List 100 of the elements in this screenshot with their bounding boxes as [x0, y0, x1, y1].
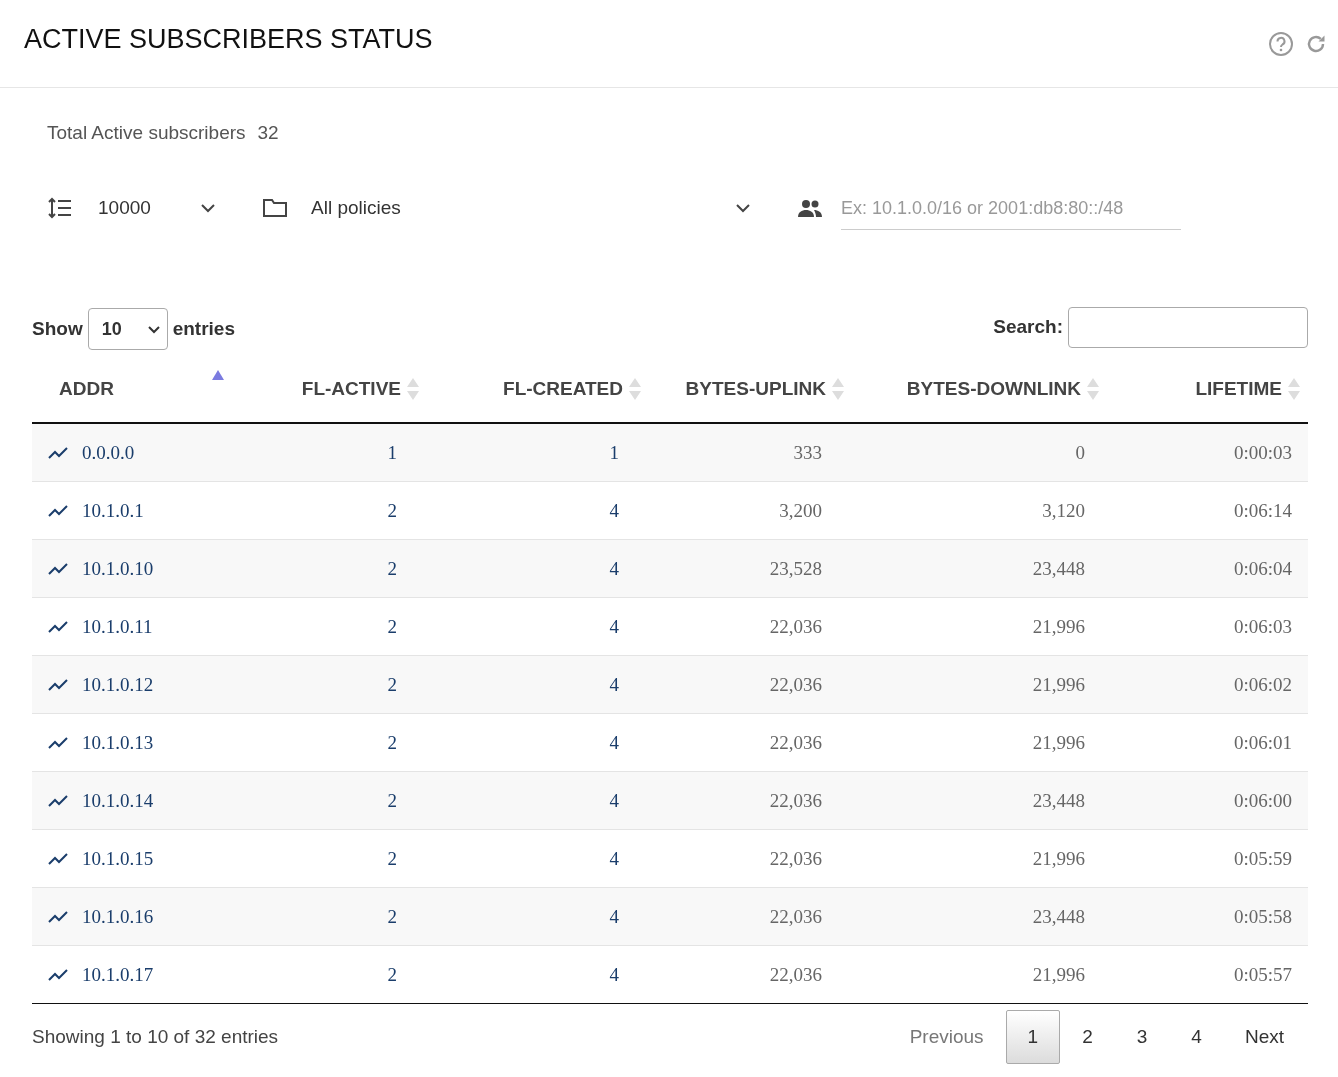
table-cell: 0: [1075, 441, 1085, 464]
table-cell: 22,036: [769, 731, 822, 754]
total-label: Total Active subscribers: [47, 122, 246, 144]
table-cell: 4: [609, 673, 619, 696]
table-cell: 22,036: [769, 963, 822, 986]
search-label: Search:: [993, 316, 1063, 338]
table-info: Showing 1 to 10 of 32 entries: [32, 1026, 279, 1048]
column-header[interactable]: FL-ACTIVE: [301, 378, 401, 400]
table-cell: 4: [609, 615, 619, 638]
table-cell: 10.1.0.15: [82, 847, 154, 870]
table-cell: 10.1.0.10: [82, 557, 154, 580]
table-cell: 4: [609, 905, 619, 928]
table-cell: 0:05:59: [1233, 847, 1292, 870]
page-button[interactable]: 4: [1169, 1010, 1224, 1064]
trend-chart-icon[interactable]: [48, 445, 68, 460]
table-cell: 22,036: [769, 673, 822, 696]
table-cell: 10.1.0.14: [82, 789, 154, 812]
table-cell: 2: [387, 963, 397, 986]
table-cell: 22,036: [769, 615, 822, 638]
table-cell: 10.1.0.12: [82, 673, 154, 696]
table-cell: 22,036: [769, 789, 822, 812]
table-cell: 23,448: [1032, 557, 1085, 580]
table-cell: 21,996: [1032, 963, 1085, 986]
table-cell: 2: [387, 905, 397, 928]
policy-select[interactable]: All policies: [311, 197, 751, 219]
table-cell: 0:06:03: [1233, 615, 1292, 638]
help-icon[interactable]: [1268, 30, 1294, 57]
folder-icon: [262, 197, 288, 219]
previous-button[interactable]: Previous: [887, 1010, 1006, 1064]
total-value: 32: [257, 122, 279, 144]
table-cell: 23,448: [1032, 905, 1085, 928]
column-header[interactable]: LIFETIME: [1195, 378, 1282, 400]
entries-label: entries: [172, 318, 235, 340]
table-cell: 2: [387, 673, 397, 696]
trend-chart-icon[interactable]: [48, 561, 68, 576]
search-field[interactable]: [1068, 306, 1308, 348]
table-cell: 2: [387, 557, 397, 580]
table-cell: 1: [387, 441, 397, 464]
chevron-down-icon: [735, 203, 751, 213]
trend-chart-icon[interactable]: [48, 967, 68, 982]
table-cell: 4: [609, 789, 619, 812]
sort-ascending-icon[interactable]: [212, 370, 224, 380]
table-cell: 0:06:14: [1233, 499, 1292, 522]
trend-chart-icon[interactable]: [48, 735, 68, 750]
table-cell: 22,036: [769, 905, 822, 928]
table-cell: 10.1.0.16: [82, 905, 154, 928]
table-cell: 22,036: [769, 847, 822, 870]
page-title: ACTIVE SUBSCRIBERS STATUS: [24, 24, 433, 55]
table-cell: 4: [609, 847, 619, 870]
table-cell: 2: [387, 499, 397, 522]
trend-chart-icon[interactable]: [48, 619, 68, 634]
people-icon: [797, 198, 823, 218]
table-cell: 0:06:02: [1233, 673, 1292, 696]
table-cell: 0:05:57: [1233, 963, 1292, 986]
table-cell: 0:06:01: [1233, 731, 1292, 754]
column-header[interactable]: FL-CREATED: [503, 378, 623, 400]
chevron-down-icon: [200, 203, 216, 213]
trend-chart-icon[interactable]: [48, 677, 68, 692]
entries-select[interactable]: 10: [87, 308, 168, 350]
table-cell: 21,996: [1032, 731, 1085, 754]
table-cell: 333: [793, 441, 822, 464]
table-cell: 10.1.0.1: [82, 499, 144, 522]
table-cell: 21,996: [1032, 615, 1085, 638]
table-cell: 4: [609, 963, 619, 986]
line-spacing-icon: [48, 197, 72, 219]
trend-chart-icon[interactable]: [48, 851, 68, 866]
table-cell: 21,996: [1032, 673, 1085, 696]
next-button[interactable]: Next: [1223, 1010, 1308, 1064]
chevron-down-icon: [146, 324, 161, 334]
table-cell: 2: [387, 789, 397, 812]
table-cell: 23,528: [769, 557, 822, 580]
table-cell: 23,448: [1032, 789, 1085, 812]
column-header[interactable]: BYTES-UPLINK: [685, 378, 826, 400]
page-button[interactable]: 3: [1114, 1010, 1170, 1064]
table-cell: 0:00:03: [1233, 441, 1292, 464]
table-cell: 0.0.0.0: [82, 441, 135, 464]
page-button[interactable]: 2: [1060, 1010, 1115, 1064]
table-cell: 2: [387, 615, 397, 638]
table-cell: 4: [609, 499, 619, 522]
table-cell: 10.1.0.13: [82, 731, 154, 754]
table-cell: 3,120: [1042, 499, 1085, 522]
page-button[interactable]: 1: [1005, 1010, 1061, 1064]
table-cell: 10.1.0.11: [82, 615, 153, 638]
table-cell: 2: [387, 731, 397, 754]
table-cell: 0:05:58: [1233, 905, 1292, 928]
table-cell: 1: [609, 441, 619, 464]
table-cell: 4: [609, 731, 619, 754]
table-cell: 4: [609, 557, 619, 580]
column-header[interactable]: BYTES-DOWNLINK: [906, 378, 1081, 400]
limit-select[interactable]: 10000: [98, 197, 216, 219]
trend-chart-icon[interactable]: [48, 909, 68, 924]
table-cell: 0:06:04: [1233, 557, 1292, 580]
table-cell: 21,996: [1032, 847, 1085, 870]
table-cell: 3,200: [779, 499, 822, 522]
trend-chart-icon[interactable]: [48, 793, 68, 808]
table-cell: 2: [387, 847, 397, 870]
table-cell: 0:06:00: [1233, 789, 1292, 812]
show-label: Show: [32, 318, 83, 340]
column-header[interactable]: ADDR: [59, 378, 114, 400]
trend-chart-icon[interactable]: [48, 503, 68, 518]
